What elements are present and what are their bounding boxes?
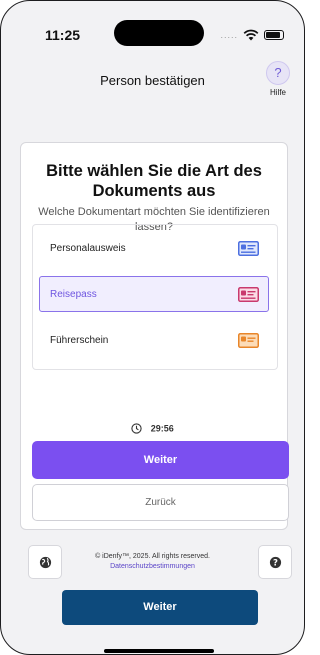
wifi-icon: [243, 29, 259, 41]
card-title: Bitte wählen Sie die Art des Dokuments a…: [46, 162, 262, 200]
session-timer: 29:56: [1, 423, 304, 434]
page-title: Person bestätigen: [100, 73, 205, 88]
document-option-label: Personalausweis: [50, 243, 126, 254]
help-symbol: ?: [274, 65, 282, 80]
battery-icon: [264, 30, 284, 40]
help-button[interactable]: ? Hilfe: [260, 61, 296, 97]
svg-text:?: ?: [273, 558, 278, 568]
status-time: 11:25: [45, 27, 81, 43]
document-option-personalausweis[interactable]: Personalausweis: [39, 230, 269, 266]
help-icon[interactable]: ?: [266, 61, 290, 85]
status-icons: .....: [220, 29, 284, 41]
copyright-notice: © iDenfy™, 2025. All rights reserved. Da…: [63, 552, 242, 572]
document-option-label: Reisepass: [50, 289, 97, 300]
document-option-reisepass[interactable]: Reisepass: [39, 276, 269, 312]
support-button[interactable]: ?: [258, 545, 292, 579]
phone-frame: 11:25 ..... Person bestätigen ? Hilfe Bi…: [0, 0, 305, 655]
driver-license-icon: [238, 333, 259, 348]
bottom-continue-button[interactable]: Weiter: [62, 590, 258, 625]
home-indicator: [104, 649, 214, 653]
timer-value: 29:56: [150, 423, 174, 434]
document-option-fuehrerschein[interactable]: Führerschein: [39, 322, 269, 358]
clock-icon: [131, 423, 142, 434]
dynamic-island: [114, 20, 204, 46]
back-button[interactable]: Zurück: [32, 484, 289, 521]
language-button[interactable]: [28, 545, 62, 579]
continue-button[interactable]: Weiter: [32, 441, 289, 479]
globe-icon: [39, 556, 52, 569]
document-type-list: Personalausweis Reisepass Führerschein: [32, 224, 278, 370]
signal-dots: .....: [220, 30, 238, 40]
id-card-icon: [238, 241, 259, 256]
document-option-label: Führerschein: [50, 335, 109, 346]
privacy-policy-link[interactable]: Datenschutzbestimmungen: [63, 562, 242, 572]
help-label: Hilfe: [269, 88, 286, 97]
question-circle-icon: ?: [269, 556, 282, 568]
passport-icon: [238, 287, 259, 302]
status-bar: 11:25 .....: [1, 1, 304, 51]
app-header: Person bestätigen ? Hilfe: [1, 53, 304, 111]
copyright-text: © iDenfy™, 2025. All rights reserved.: [95, 553, 210, 560]
